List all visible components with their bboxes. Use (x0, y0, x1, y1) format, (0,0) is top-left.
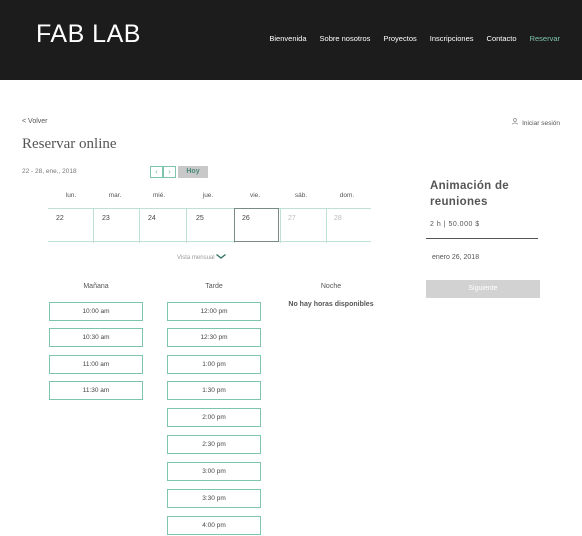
time-slot[interactable]: 1:30 pm (167, 381, 261, 400)
time-slot[interactable]: 4:00 pm (167, 516, 261, 535)
date-range: 22 - 28, ene., 2018 (22, 168, 77, 175)
time-slot[interactable]: 10:30 am (49, 328, 143, 347)
month-view-toggle[interactable]: Vista mensual (177, 252, 227, 261)
divider (280, 209, 281, 243)
divider (93, 209, 94, 243)
no-hours-message: No hay horas disponibles (288, 301, 374, 308)
weekday-header: mar. (108, 192, 122, 199)
time-slot[interactable]: 2:00 pm (167, 408, 261, 427)
divider (139, 209, 140, 243)
day-cell: 28 (334, 215, 342, 222)
chevron-down-icon (216, 252, 227, 261)
nav-item-contacto[interactable]: Contacto (487, 34, 517, 43)
weekday-header: vie. (249, 192, 261, 199)
time-slot[interactable]: 10:00 am (49, 302, 143, 321)
divider (426, 238, 538, 239)
weekday-header: lun. (65, 192, 77, 199)
day-cell: 27 (288, 215, 296, 222)
login-label: Iniciar sesión (522, 120, 560, 127)
page-title: Reservar online (22, 136, 117, 152)
next-button[interactable]: Siguiente (426, 280, 540, 298)
time-slot[interactable]: 11:30 am (49, 381, 143, 400)
selected-day-outline (234, 208, 279, 242)
month-view-label: Vista mensual (177, 255, 215, 261)
chevron-right-icon: › (168, 167, 171, 176)
site-header: FAB LAB Bienvenida Sobre nosotros Proyec… (0, 0, 582, 80)
next-week-button[interactable]: › (163, 166, 176, 178)
nav-item-sobre-nosotros[interactable]: Sobre nosotros (320, 34, 371, 43)
time-slot[interactable]: 1:00 pm (167, 355, 261, 374)
day-cell[interactable]: 25 (196, 215, 204, 222)
nav-item-bienvenida[interactable]: Bienvenida (269, 34, 306, 43)
user-icon (512, 118, 518, 127)
time-slot[interactable]: 3:00 pm (167, 462, 261, 481)
service-duration-price: 2 h | 50.000 $ (430, 221, 480, 228)
main-nav: Bienvenida Sobre nosotros Proyectos Insc… (269, 34, 560, 43)
time-slot[interactable]: 11:00 am (49, 355, 143, 374)
selected-date: enero 26, 2018 (432, 254, 480, 261)
logo[interactable]: FAB LAB (36, 20, 141, 49)
day-cell[interactable]: 24 (148, 215, 156, 222)
time-slot[interactable]: 3:30 pm (167, 489, 261, 508)
weekday-header: dom. (339, 192, 355, 199)
service-name: Animación de reuniones (430, 180, 510, 208)
night-title: Noche (320, 283, 342, 290)
nav-item-reservar[interactable]: Reservar (530, 34, 560, 43)
weekday-header: mié. (152, 192, 166, 199)
divider (186, 209, 187, 243)
login-link[interactable]: Iniciar sesión (512, 118, 560, 127)
nav-item-proyectos[interactable]: Proyectos (383, 34, 416, 43)
time-slot[interactable]: 2:30 pm (167, 435, 261, 454)
afternoon-title: Tarde (205, 283, 223, 290)
time-slot[interactable]: 12:00 pm (167, 302, 261, 321)
week-days-row: 22 23 24 25 26 27 28 (48, 208, 371, 243)
weekday-header: jue. (202, 192, 214, 199)
today-button[interactable]: Hoy (178, 166, 208, 178)
morning-title: Mañana (83, 283, 109, 290)
back-link[interactable]: < Volver (22, 118, 48, 125)
chevron-left-icon: ‹ (155, 167, 158, 176)
nav-item-inscripciones[interactable]: Inscripciones (430, 34, 474, 43)
time-slot[interactable]: 12:30 pm (167, 328, 261, 347)
weekday-header: sáb. (294, 192, 308, 199)
day-cell[interactable]: 22 (56, 215, 64, 222)
divider (326, 209, 327, 243)
day-cell[interactable]: 23 (102, 215, 110, 222)
prev-week-button[interactable]: ‹ (150, 166, 163, 178)
